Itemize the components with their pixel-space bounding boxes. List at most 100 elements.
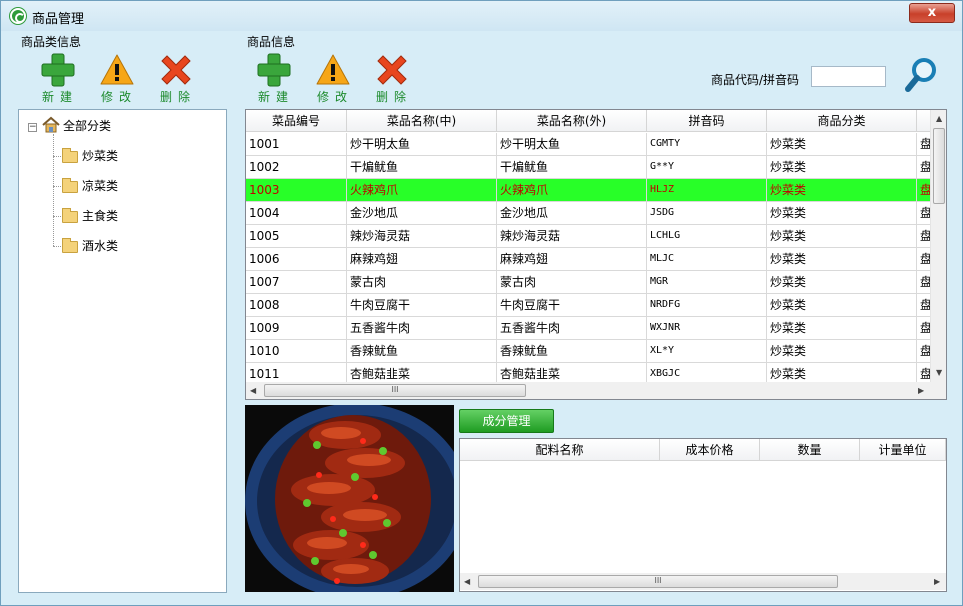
table-row[interactable]: 1010香辣鱿鱼香辣鱿鱼XL*Y炒菜类盘 [246, 340, 930, 363]
product-edit-label: 修改 [316, 90, 353, 104]
column-header-extra[interactable] [917, 110, 930, 132]
ingredient-management-button[interactable]: 成分管理 [459, 409, 554, 433]
table-cell: 盘 [917, 294, 930, 317]
table-cell: 1001 [246, 133, 347, 156]
table-cell: 盘 [917, 225, 930, 248]
product-photo [245, 405, 454, 592]
table-cell: HLJZ [647, 179, 767, 202]
table-cell: 炒菜类 [767, 225, 917, 248]
table-cell: 盘 [917, 317, 930, 340]
table-row[interactable]: 1001炒干明太鱼炒干明太鱼CGMTY炒菜类盘 [246, 133, 930, 156]
table-row[interactable]: 1003火辣鸡爪火辣鸡爪HLJZ炒菜类盘 [246, 179, 930, 202]
category-edit-label: 修改 [100, 90, 137, 104]
scroll-left-arrow-icon[interactable]: ◀ [250, 386, 256, 396]
table-row[interactable]: 1007蒙古肉蒙古肉MGR炒菜类盘 [246, 271, 930, 294]
category-new-label: 新建 [41, 90, 78, 104]
product-table-horizontal-scrollbar[interactable]: ◀ III ▶ [246, 382, 946, 399]
tree-item-category[interactable]: 酒水类 [62, 237, 118, 255]
scroll-up-arrow-icon[interactable]: ▲ [936, 114, 942, 124]
folder-icon [62, 177, 78, 193]
table-cell: 炒菜类 [767, 271, 917, 294]
vertical-scroll-thumb[interactable] [933, 128, 945, 204]
product-delete-button[interactable]: 删除 [366, 53, 416, 104]
plus-icon [41, 53, 75, 87]
scroll-right-arrow-icon[interactable]: ▶ [918, 386, 924, 396]
tree-item-category[interactable]: 凉菜类 [62, 177, 118, 195]
column-header[interactable]: 菜品名称(外) [497, 110, 647, 132]
table-cell: 炒菜类 [767, 202, 917, 225]
tree-item-category[interactable]: 主食类 [62, 207, 118, 225]
product-table-vertical-scrollbar[interactable]: ▲ ▼ [930, 110, 946, 382]
warning-icon [316, 54, 350, 85]
table-row[interactable]: 1006麻辣鸡翅麻辣鸡翅MLJC炒菜类盘 [246, 248, 930, 271]
scroll-left-arrow-icon[interactable]: ◀ [464, 577, 470, 587]
table-cell: 炒菜类 [767, 317, 917, 340]
table-cell: 牛肉豆腐干 [347, 294, 497, 317]
column-header[interactable]: 计量单位 [860, 439, 946, 461]
table-row[interactable]: 1008牛肉豆腐干牛肉豆腐干NRDFG炒菜类盘 [246, 294, 930, 317]
column-header[interactable]: 配料名称 [460, 439, 660, 461]
column-header[interactable]: 成本价格 [660, 439, 760, 461]
product-panel-title: 商品信息 [247, 35, 296, 49]
category-edit-button[interactable]: 修改 [91, 53, 141, 104]
ingredient-table-horizontal-scrollbar[interactable]: ◀ III ▶ [460, 573, 946, 590]
table-cell: 盘 [917, 179, 930, 202]
product-new-label: 新建 [257, 90, 294, 104]
table-cell: WXJNR [647, 317, 767, 340]
column-header[interactable]: 菜品编号 [246, 110, 347, 132]
tree-root-all-categories[interactable]: 全部分类 [63, 117, 111, 135]
table-cell: G**Y [647, 156, 767, 179]
window-title: 商品管理 [32, 12, 85, 27]
table-cell: 1004 [246, 202, 347, 225]
delete-x-icon [161, 55, 191, 85]
scroll-right-arrow-icon[interactable]: ▶ [934, 577, 940, 587]
table-cell: 干煸鱿鱼 [347, 156, 497, 179]
search-icon[interactable] [904, 57, 938, 93]
delete-x-icon [377, 55, 407, 85]
table-cell: 麻辣鸡翅 [497, 248, 647, 271]
table-cell: 香辣鱿鱼 [497, 340, 647, 363]
table-cell: 牛肉豆腐干 [497, 294, 647, 317]
table-cell: 1006 [246, 248, 347, 271]
product-new-button[interactable]: 新建 [248, 53, 298, 104]
table-cell: 盘 [917, 202, 930, 225]
horizontal-scroll-thumb[interactable]: III [264, 384, 526, 397]
table-row[interactable]: 1011杏鲍菇韭菜杏鲍菇韭菜XBGJC炒菜类盘 [246, 363, 930, 382]
search-input[interactable] [811, 66, 886, 87]
close-button[interactable]: x [909, 3, 955, 23]
tree-item-label: 酒水类 [82, 239, 119, 253]
column-header[interactable]: 拼音码 [647, 110, 767, 132]
category-new-button[interactable]: 新建 [32, 53, 82, 104]
table-cell: CGMTY [647, 133, 767, 156]
folder-icon [62, 147, 78, 163]
product-management-window: 商品管理 x 商品类信息 新建 修改 删除 − 全部分类 炒菜类 凉菜类 主食类… [0, 0, 963, 606]
scroll-down-arrow-icon[interactable]: ▼ [936, 368, 942, 378]
product-edit-button[interactable]: 修改 [307, 53, 357, 104]
table-row[interactable]: 1005辣炒海灵菇辣炒海灵菇LCHLG炒菜类盘 [246, 225, 930, 248]
table-row[interactable]: 1004金沙地瓜金沙地瓜JSDG炒菜类盘 [246, 202, 930, 225]
tree-item-category[interactable]: 炒菜类 [62, 147, 118, 165]
table-cell: 1005 [246, 225, 347, 248]
table-cell: 金沙地瓜 [497, 202, 647, 225]
table-cell: 盘 [917, 363, 930, 382]
category-delete-button[interactable]: 删除 [150, 53, 200, 104]
table-cell: MLJC [647, 248, 767, 271]
title-bar: 商品管理 x [1, 1, 962, 31]
table-cell: 盘 [917, 248, 930, 271]
table-row[interactable]: 1009五香酱牛肉五香酱牛肉WXJNR炒菜类盘 [246, 317, 930, 340]
folder-icon [62, 237, 78, 253]
tree-collapse-toggle[interactable]: − [28, 123, 37, 132]
table-cell: 炒菜类 [767, 156, 917, 179]
table-cell: 炒菜类 [767, 133, 917, 156]
product-table: 菜品编号 菜品名称(中) 菜品名称(外) 拼音码 商品分类 1001 炒干明太鱼炒… [245, 109, 947, 400]
column-header[interactable]: 商品分类 [767, 110, 917, 132]
warning-icon [100, 54, 134, 85]
search-label: 商品代码/拼音码 [711, 73, 800, 87]
table-cell: 香辣鱿鱼 [347, 340, 497, 363]
tree-item-label: 凉菜类 [82, 179, 119, 193]
column-header[interactable]: 菜品名称(中) [347, 110, 497, 132]
table-row[interactable]: 1002干煸鱿鱼干煸鱿鱼G**Y炒菜类盘 [246, 156, 930, 179]
table-cell: 1011 [246, 363, 347, 382]
column-header[interactable]: 数量 [760, 439, 860, 461]
horizontal-scroll-thumb[interactable]: III [478, 575, 838, 588]
